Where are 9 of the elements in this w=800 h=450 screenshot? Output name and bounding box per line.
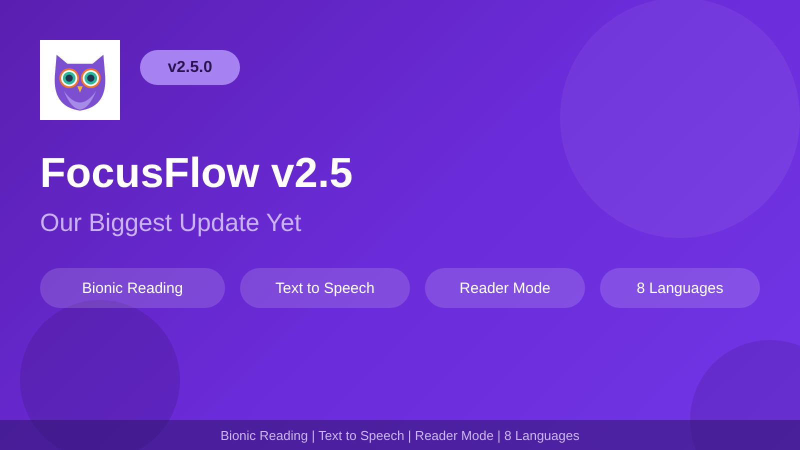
feature-pill: Reader Mode bbox=[425, 268, 585, 308]
version-badge: v2.5.0 bbox=[140, 50, 240, 85]
subtitle: Our Biggest Update Yet bbox=[40, 208, 302, 238]
footer-bar: Bionic Reading | Text to Speech | Reader Mode | 8 Languages bbox=[0, 420, 800, 450]
feature-pill: 8 Languages bbox=[600, 268, 760, 308]
feature-pill: Text to Speech bbox=[240, 268, 410, 308]
title: FocusFlow v2.5 bbox=[40, 148, 354, 198]
owl-logo-icon bbox=[40, 40, 120, 120]
feature-pill: Bionic Reading bbox=[40, 268, 225, 308]
